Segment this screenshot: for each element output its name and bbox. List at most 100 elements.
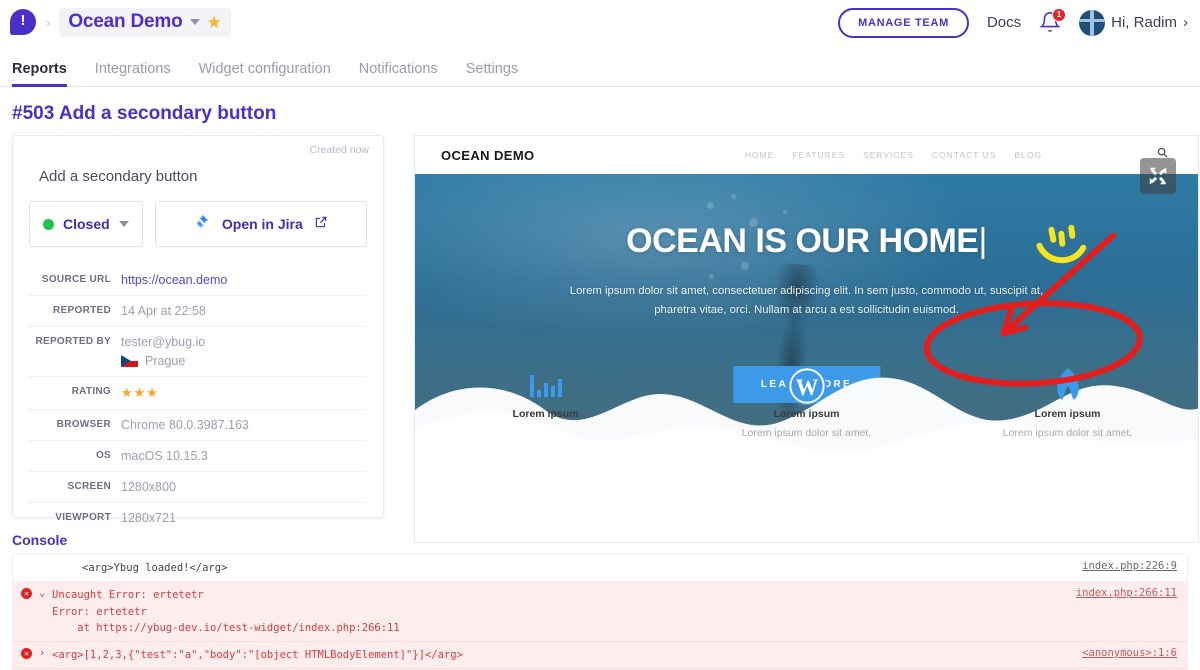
site-menu-contact: CONTACT US — [931, 150, 997, 160]
report-detail-card: Created now Add a secondary button Close… — [12, 135, 384, 525]
tab-notifications[interactable]: Notifications — [359, 61, 438, 86]
table-row: RATING ★★★ — [29, 377, 367, 410]
top-bar: ! › Ocean Demo ★ MANAGE TEAM Docs 1 Hi, … — [0, 0, 1200, 45]
reporter-email[interactable]: tester@ybug.io — [121, 335, 205, 349]
site-menu-services: SERVICES — [863, 150, 914, 160]
meta-value-viewport: 1280x721 — [121, 511, 176, 525]
site-features: Lorem ipsum W Lorem ipsum Lorem ipsum do… — [415, 364, 1198, 474]
meta-label: RATING — [71, 386, 111, 397]
svg-text:W: W — [795, 375, 818, 400]
console-source-link[interactable]: index.php:266:11 — [1064, 587, 1177, 599]
table-row: BROWSER Chrome 80.0.3987.163 — [29, 410, 367, 441]
meta-value-os: macOS 10.15.3 — [121, 449, 208, 463]
user-greeting: Hi, Radim — [1111, 14, 1177, 31]
site-header: OCEAN DEMO HOME FEATURES SERVICES CONTAC… — [415, 136, 1198, 174]
report-metadata-table: SOURCE URL https://ocean.demo REPORTED 1… — [29, 265, 367, 533]
meta-value-reported: 14 Apr at 22:58 — [121, 304, 206, 318]
avatar — [1079, 9, 1106, 36]
ybug-bubble-logo-icon[interactable]: ! — [10, 8, 38, 37]
tab-settings[interactable]: Settings — [466, 61, 518, 86]
feature-desc: Lorem ipsum dolor sit amet, — [1002, 427, 1133, 439]
manage-team-button[interactable]: MANAGE TEAM — [838, 7, 969, 38]
table-row: OS macOS 10.15.3 — [29, 441, 367, 472]
tab-reports[interactable]: Reports — [12, 61, 67, 87]
feature-title: Lorem ipsum — [1034, 408, 1101, 420]
reporter-location: Prague — [121, 354, 367, 368]
project-selector[interactable]: Ocean Demo ★ — [59, 8, 231, 37]
status-dot-icon — [43, 218, 54, 230]
error-icon: ✕ — [21, 647, 39, 660]
meta-value-reported-by: tester@ybug.io Prague — [121, 327, 367, 377]
console-source-link[interactable]: <anonymous>:1:6 — [1070, 647, 1177, 659]
feature-title: Lorem ipsum — [773, 408, 840, 420]
console-icon-placeholder — [21, 560, 39, 561]
meta-value-browser: Chrome 80.0.3987.163 — [121, 418, 249, 432]
feature-desc: Lorem ipsum dolor sit amet, — [741, 427, 872, 439]
rating-stars[interactable]: ★★★ — [121, 377, 367, 410]
leaf-icon — [937, 364, 1198, 408]
feature-item: Lorem ipsum — [415, 364, 676, 474]
console-message: <arg>Ybug loaded!</arg> — [82, 562, 228, 574]
console-row[interactable]: ✕ ⌄ Uncaught Error: ertetetr Error: erte… — [13, 582, 1187, 643]
caret-down-icon — [118, 221, 129, 227]
created-timestamp: Created now — [309, 144, 369, 156]
top-bar-actions: MANAGE TEAM Docs 1 Hi, Radim › — [838, 7, 1188, 38]
report-actions: Closed Open in Jira — [29, 201, 367, 247]
tab-integrations[interactable]: Integrations — [95, 61, 171, 86]
notification-count-badge: 1 — [1052, 7, 1067, 22]
console-message: Uncaught Error: ertetetr Error: ertetetr… — [52, 589, 400, 634]
feature-title: Lorem ipsum — [512, 408, 579, 420]
screenshot-preview-panel: OCEAN DEMO HOME FEATURES SERVICES CONTAC… — [414, 135, 1200, 543]
console-row[interactable]: ✕ › <arg>[1,2,3,{"test":"a","body":"[obj… — [13, 642, 1187, 670]
chevron-right-icon[interactable]: › — [39, 647, 52, 659]
star-icon[interactable]: ★ — [207, 14, 222, 31]
jira-label: Open in Jira — [221, 216, 303, 232]
project-name: Ocean Demo — [68, 11, 183, 32]
site-menu-blog: BLOG — [1014, 150, 1042, 160]
chevron-down-icon[interactable]: ⌄ — [39, 587, 52, 599]
meta-label: REPORTED — [53, 305, 111, 316]
meta-value-screen: 1280x800 — [121, 480, 176, 494]
chevron-down-icon[interactable] — [189, 19, 200, 25]
meta-label: VIEWPORT — [55, 512, 111, 523]
console-log-list[interactable]: <arg>Ybug loaded!</arg> index.php:226:9 … — [12, 554, 1188, 670]
report-title: Add a secondary button — [39, 168, 198, 185]
table-row: VIEWPORT 1280x721 — [29, 503, 367, 534]
main-content: Created now Add a secondary button Close… — [0, 135, 1200, 543]
console-source-link[interactable]: index.php:226:9 — [1070, 560, 1177, 572]
site-menu: HOME FEATURES SERVICES CONTACT US BLOG — [745, 150, 1042, 160]
table-row: SOURCE URL https://ocean.demo — [29, 265, 367, 296]
site-menu-home: HOME — [744, 150, 775, 160]
site-hero: OCEAN IS OUR HOME| Lorem ipsum dolor sit… — [415, 174, 1198, 474]
site-menu-features: FEATURES — [792, 150, 846, 160]
expand-fullscreen-icon[interactable] — [1140, 158, 1176, 194]
feature-item: Lorem ipsum Lorem ipsum dolor sit amet, — [937, 364, 1198, 474]
status-dropdown[interactable]: Closed — [29, 201, 143, 247]
bar-chart-icon — [415, 364, 676, 408]
console-row[interactable]: <arg>Ybug loaded!</arg> index.php:226:9 — [13, 555, 1187, 583]
reporter-city: Prague — [145, 354, 186, 368]
meta-value-source-url[interactable]: https://ocean.demo — [121, 265, 367, 296]
tab-widget-configuration[interactable]: Widget configuration — [199, 61, 331, 86]
website-screenshot[interactable]: OCEAN DEMO HOME FEATURES SERVICES CONTAC… — [414, 135, 1199, 543]
notification-bell-icon[interactable]: 1 — [1039, 7, 1067, 35]
open-in-jira-button[interactable]: Open in Jira — [154, 201, 367, 247]
console-message: <arg>[1,2,3,{"test":"a","body":"[object … — [52, 649, 463, 662]
user-menu[interactable]: Hi, Radim › — [1079, 9, 1188, 36]
meta-label: BROWSER — [56, 419, 111, 430]
hero-heading: OCEAN IS OUR HOME| — [626, 222, 987, 260]
chevron-right-icon: › — [1183, 14, 1188, 31]
text-caret: | — [978, 222, 987, 260]
status-label: Closed — [63, 216, 110, 232]
table-row: REPORTED BY tester@ybug.io Prague — [29, 327, 367, 377]
wordpress-icon: W — [676, 364, 937, 408]
logo-exclamation: ! — [20, 12, 26, 29]
external-link-icon — [314, 215, 328, 234]
main-nav-tabs: Reports Integrations Widget configuratio… — [0, 45, 1200, 87]
meta-label: OS — [95, 450, 111, 461]
docs-link[interactable]: Docs — [987, 14, 1021, 31]
hero-paragraph: Lorem ipsum dolor sit amet, consectetuer… — [569, 285, 1044, 316]
meta-label: SOURCE URL — [41, 274, 111, 285]
jira-icon — [194, 213, 211, 235]
error-icon: ✕ — [21, 587, 39, 600]
